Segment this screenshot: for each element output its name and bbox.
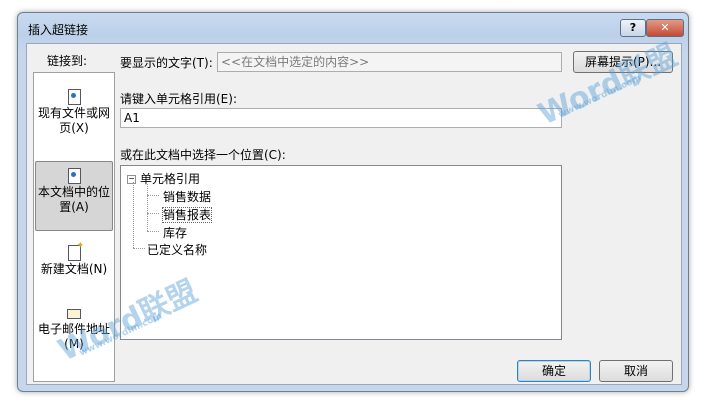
nav-email-label: 电子邮件地址(M): [37, 322, 110, 351]
email-icon: [67, 305, 81, 320]
tree-item-inventory[interactable]: 库存: [163, 224, 187, 241]
place-label: 或在此文档中选择一个位置(C):: [120, 148, 286, 162]
help-button[interactable]: ?: [620, 19, 646, 37]
dialog-title: 插入超链接: [28, 23, 89, 37]
document-place-icon: [67, 168, 81, 184]
text-to-display-field[interactable]: <<在文档中选定的内容>>: [217, 52, 562, 72]
nav-place-label: 本文档中的位置(A): [37, 185, 110, 214]
tree-item-cell-ref[interactable]: − 单元格引用: [127, 170, 200, 187]
link-to-label: 链接到:: [47, 54, 88, 68]
place-tree[interactable]: − 单元格引用 销售数据 销售报表 库存 已定义名称: [120, 165, 562, 340]
link-to-panel: 现有文件或网页(X) 本文档中的位置(A) ✦ 新建文档(N) 电子邮件地址(M…: [33, 72, 115, 382]
cell-ref-label: 请键入单元格引用(E):: [120, 92, 237, 106]
nav-email-address[interactable]: 电子邮件地址(M): [36, 305, 112, 352]
nav-new-document-label: 新建文档(N): [40, 262, 108, 276]
nav-place-in-document[interactable]: 本文档中的位置(A): [35, 161, 113, 231]
collapse-icon[interactable]: −: [127, 175, 136, 184]
nav-new-document[interactable]: ✦ 新建文档(N): [36, 242, 112, 277]
file-web-icon: [67, 89, 81, 105]
close-button[interactable]: ✕: [646, 19, 684, 37]
ok-button[interactable]: 确定: [517, 360, 591, 382]
dialog-body: 链接到: 现有文件或网页(X) 本文档中的位置(A) ✦ 新建文档(N) 电子邮…: [26, 43, 682, 385]
cell-ref-input[interactable]: A1: [120, 108, 562, 128]
nav-existing-file[interactable]: 现有文件或网页(X): [36, 89, 112, 136]
close-icon: ✕: [660, 21, 670, 34]
tree-item-sales-data[interactable]: 销售数据: [163, 188, 211, 205]
help-icon: ?: [629, 21, 637, 34]
hyperlink-dialog: 插入超链接 ? ✕ 链接到: 现有文件或网页(X) 本文档中的位置(A) ✦ 新…: [17, 12, 689, 392]
new-document-icon: ✦: [67, 242, 84, 261]
tree-item-defined-names[interactable]: 已定义名称: [147, 241, 207, 258]
text-to-display-label: 要显示的文字(T):: [120, 56, 213, 70]
tree-item-sales-report[interactable]: 销售报表: [161, 206, 213, 223]
screen-tip-button[interactable]: 屏幕提示(P)...: [573, 51, 673, 73]
cancel-button[interactable]: 取消: [599, 360, 673, 382]
nav-existing-file-label: 现有文件或网页(X): [37, 106, 110, 135]
